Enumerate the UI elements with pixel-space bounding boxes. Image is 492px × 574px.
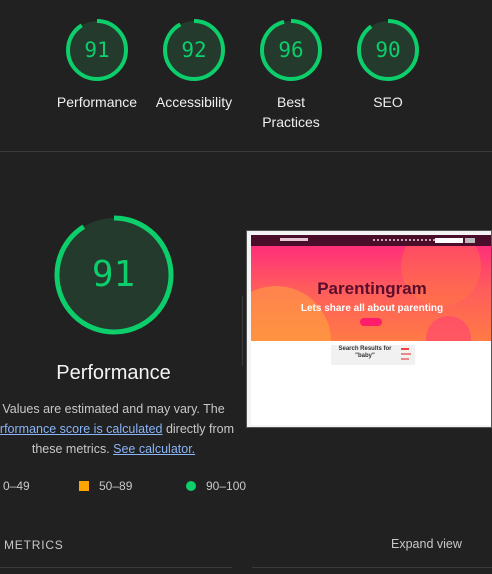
performance-gauge-large: 91 xyxy=(0,214,227,336)
gauge-ring: 90 xyxy=(356,18,420,82)
gauge-score: 90 xyxy=(375,38,401,62)
metrics-divider xyxy=(252,567,492,568)
description-line: these metrics. See calculator. xyxy=(0,439,237,459)
screenshot-nav-links xyxy=(373,239,443,243)
gauge-label: Accessibility xyxy=(155,94,233,110)
gauge-seo[interactable]: 90 SEO xyxy=(338,18,438,112)
circle-icon xyxy=(186,481,196,491)
screenshot-card-line xyxy=(401,348,409,350)
legend-average: 50–89 xyxy=(79,478,132,494)
screenshot-heading: Parentingram xyxy=(317,279,427,298)
gauge-ring: 91 xyxy=(53,214,175,336)
screenshot-page: Parentingram Lets share all about parent… xyxy=(251,235,491,425)
screenshot-results-card: Search Results for "baby" xyxy=(331,345,415,365)
gauge-score: 92 xyxy=(181,38,207,62)
performance-description: Values are estimated and may vary. The e… xyxy=(0,399,237,459)
gauge-ring: 92 xyxy=(162,18,226,82)
screenshot-card-line xyxy=(401,353,411,355)
metrics-heading: METRICS xyxy=(4,538,64,552)
page-screenshot-thumbnail[interactable]: Parentingram Lets share all about parent… xyxy=(246,230,492,428)
description-text: directly from xyxy=(162,422,235,436)
gauge-label: SEO xyxy=(373,94,403,110)
score-calculation-link[interactable]: erformance score is calculated xyxy=(0,422,162,436)
section-divider xyxy=(0,151,492,152)
square-icon xyxy=(79,481,89,491)
performance-title: Performance xyxy=(56,362,171,384)
legend-pass-label: 90–100 xyxy=(206,479,247,493)
screenshot-card-title: Search Results for "baby" xyxy=(338,346,392,359)
gauge-accessibility[interactable]: 92 Accessibility xyxy=(144,18,244,112)
gauge-label: Performance xyxy=(56,94,138,110)
description-line: erformance score is calculated directly … xyxy=(0,419,237,439)
metrics-divider xyxy=(0,567,232,568)
screenshot-search-button xyxy=(465,238,475,243)
gauge-best-practices[interactable]: 96 Best Practices xyxy=(241,18,341,132)
screenshot-hero: Parentingram Lets share all about parent… xyxy=(251,246,491,341)
legend-pass: 90–100 xyxy=(186,478,246,494)
screenshot-search-field xyxy=(435,238,463,243)
expand-view-toggle[interactable]: Expand view xyxy=(391,537,462,551)
screenshot-card-line xyxy=(401,358,409,360)
gauge-ring: 91 xyxy=(65,18,129,82)
screenshot-cta-button xyxy=(360,318,382,326)
description-line: Values are estimated and may vary. The xyxy=(2,402,225,416)
screenshot-subheading: Lets share all about parenting xyxy=(300,303,444,314)
gauge-score: 96 xyxy=(278,38,304,62)
vertical-divider xyxy=(242,296,243,366)
legend-average-label: 50–89 xyxy=(99,479,133,493)
performance-score: 91 xyxy=(91,254,136,295)
gauge-performance[interactable]: 91 Performance xyxy=(47,18,147,112)
score-legend: 0–49 50–89 90–100 xyxy=(0,478,260,494)
legend-fail: 0–49 xyxy=(3,478,30,494)
gauge-score: 91 xyxy=(84,38,110,62)
hero-circle xyxy=(426,316,471,341)
description-text: these metrics. xyxy=(31,442,114,456)
gauge-label: Best Practices xyxy=(262,94,320,130)
screenshot-navbar xyxy=(251,235,491,246)
category-gauges: 91 Performance 92 Accessibility 96 Best … xyxy=(0,0,492,152)
calculator-link[interactable]: See calculator. xyxy=(113,442,195,456)
legend-fail-label: 0–49 xyxy=(3,479,30,493)
screenshot-brand xyxy=(280,238,308,241)
gauge-ring: 96 xyxy=(259,18,323,82)
